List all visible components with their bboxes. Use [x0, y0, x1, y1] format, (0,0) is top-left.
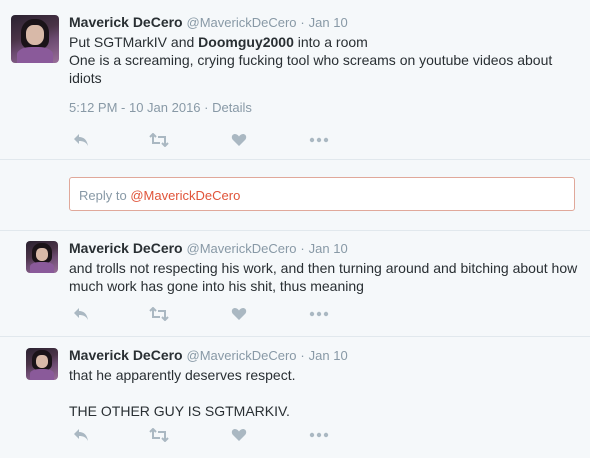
tweet-actions — [69, 130, 369, 150]
tweet-text: and trolls not respecting his work, and … — [69, 260, 578, 294]
more-icon — [309, 137, 329, 143]
main-tweet: Maverick DeCero @MaverickDeCero · Jan 10… — [0, 0, 590, 160]
avatar[interactable] — [26, 241, 58, 273]
reply-icon — [74, 429, 88, 441]
more-icon — [309, 432, 329, 438]
retweet-icon — [149, 307, 169, 321]
header-separator: · — [300, 348, 305, 363]
meta-separator: · — [204, 100, 209, 115]
tweet-actions — [69, 425, 369, 445]
author-name[interactable]: Maverick DeCero — [69, 240, 183, 256]
reply-tweet-1: Maverick DeCero @MaverickDeCero · Jan 10… — [0, 230, 590, 337]
tweet-text-line: One is a screaming, crying fucking tool … — [69, 52, 553, 86]
like-button[interactable] — [227, 130, 251, 150]
more-button[interactable] — [307, 130, 331, 150]
author-handle[interactable]: @MaverickDeCero — [187, 15, 297, 30]
author-handle[interactable]: @MaverickDeCero — [187, 241, 297, 256]
tweet-meta: 5:12 PM - 10 Jan 2016 · Details — [69, 100, 252, 115]
author-handle[interactable]: @MaverickDeCero — [187, 348, 297, 363]
retweet-button[interactable] — [147, 425, 171, 445]
tweet-text-line: that he apparently deserves respect. — [69, 367, 296, 383]
tweet-text: that he apparently deserves respect. THE… — [69, 366, 579, 420]
tweet-header: Maverick DeCero @MaverickDeCero · Jan 10 — [69, 240, 348, 256]
retweet-icon — [149, 428, 169, 442]
avatar[interactable] — [11, 15, 59, 63]
avatar[interactable] — [26, 348, 58, 380]
more-icon — [309, 311, 329, 317]
like-button[interactable] — [227, 304, 251, 324]
tweet-text: Put SGTMarkIV and Doomguy2000 into a roo… — [69, 33, 579, 87]
tweet-actions — [69, 304, 369, 324]
like-button[interactable] — [227, 425, 251, 445]
reply-button[interactable] — [69, 304, 93, 324]
author-name[interactable]: Maverick DeCero — [69, 14, 183, 30]
author-name[interactable]: Maverick DeCero — [69, 347, 183, 363]
header-separator: · — [300, 241, 305, 256]
reply-tweet-2: Maverick DeCero @MaverickDeCero · Jan 10… — [0, 338, 590, 458]
tweet-timestamp: 5:12 PM - 10 Jan 2016 — [69, 100, 201, 115]
header-separator: · — [300, 15, 305, 30]
retweet-button[interactable] — [147, 304, 171, 324]
mention-doomguy: Doomguy2000 — [198, 34, 294, 50]
tweet-text-line: THE OTHER GUY IS SGTMARKIV. — [69, 403, 290, 419]
details-link[interactable]: Details — [212, 100, 252, 115]
reply-button[interactable] — [69, 130, 93, 150]
reply-button[interactable] — [69, 425, 93, 445]
more-button[interactable] — [307, 425, 331, 445]
retweet-button[interactable] — [147, 130, 171, 150]
reply-input[interactable]: Reply to @MaverickDeCero — [69, 177, 575, 211]
reply-prefix: Reply to — [79, 188, 131, 203]
reply-mention: @MaverickDeCero — [130, 188, 241, 203]
more-button[interactable] — [307, 304, 331, 324]
reply-icon — [74, 308, 88, 320]
tweet-text-part: Put SGTMarkIV and — [69, 34, 199, 50]
reply-icon — [74, 134, 88, 146]
heart-icon — [231, 428, 247, 441]
tweet-header: Maverick DeCero @MaverickDeCero · Jan 10 — [69, 347, 348, 363]
heart-icon — [231, 133, 247, 146]
tweet-date[interactable]: Jan 10 — [309, 348, 348, 363]
tweet-text-part: into a room — [293, 34, 368, 50]
heart-icon — [231, 307, 247, 320]
tweet-date[interactable]: Jan 10 — [309, 15, 348, 30]
tweet-header: Maverick DeCero @MaverickDeCero · Jan 10 — [69, 14, 348, 30]
tweet-date[interactable]: Jan 10 — [309, 241, 348, 256]
retweet-icon — [149, 133, 169, 147]
